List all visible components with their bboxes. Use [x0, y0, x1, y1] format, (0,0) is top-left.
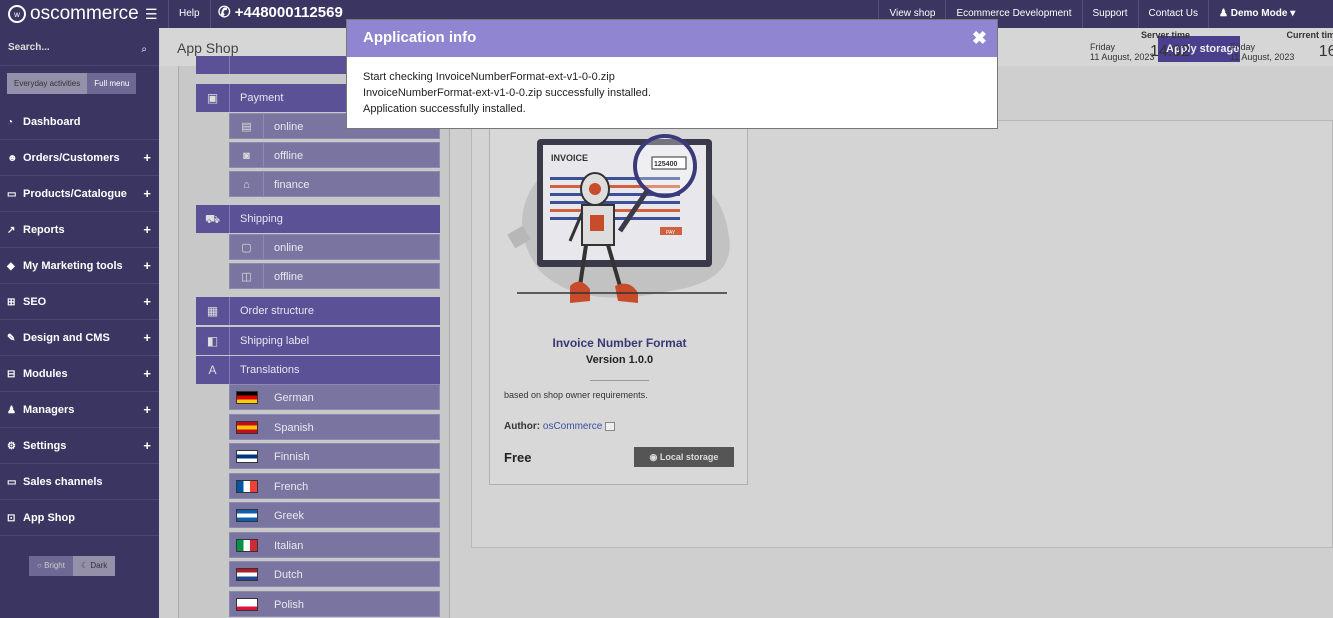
dialog-message-line: InvoiceNumberFormat-ext-v1-0-0.zip succe…	[363, 87, 651, 99]
dialog-message-line: Application successfully installed.	[363, 103, 526, 115]
dialog-header: Application info ✖	[347, 20, 997, 57]
dialog-title: Application info	[363, 29, 477, 46]
dialog-message-line: Start checking InvoiceNumberFormat-ext-v…	[363, 71, 615, 83]
close-icon[interactable]: ✖	[972, 20, 987, 56]
dialog-body: Start checking InvoiceNumberFormat-ext-v…	[347, 57, 997, 129]
application-info-dialog: Application info ✖ Start checking Invoic…	[346, 19, 998, 129]
